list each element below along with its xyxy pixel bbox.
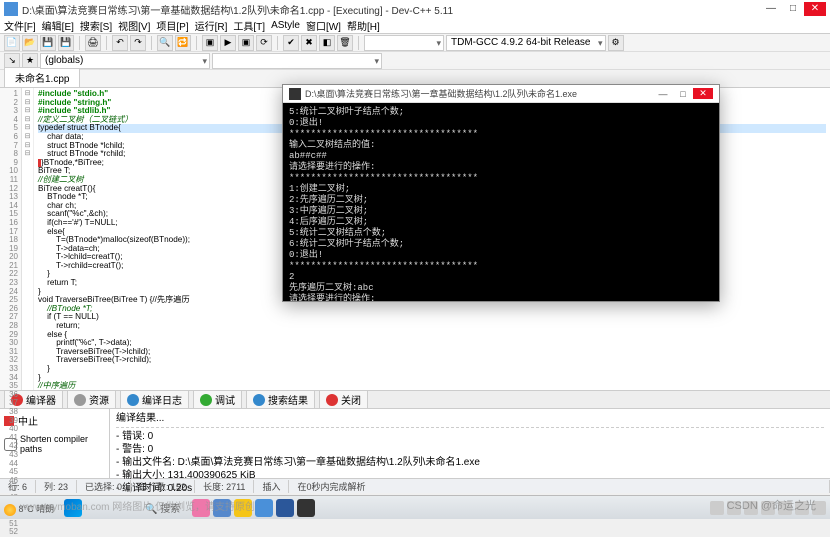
shorten-paths-label: Shorten compiler paths bbox=[20, 434, 105, 454]
task-icon[interactable] bbox=[297, 499, 315, 517]
bottom-tab-compilelog[interactable]: 编译日志 bbox=[120, 390, 189, 409]
settings-icon[interactable]: ⚙ bbox=[608, 35, 624, 51]
run-icon[interactable]: ▶ bbox=[220, 35, 236, 51]
menu-search[interactable]: 搜索[S] bbox=[80, 18, 112, 33]
status-mode: 插入 bbox=[254, 480, 289, 493]
abort-label: 中止 bbox=[18, 413, 38, 428]
bottom-tab-label: 编译器 bbox=[26, 392, 56, 407]
dot-icon bbox=[253, 394, 265, 406]
compile-log-panel: 中止 Shorten compiler paths 编译结果... - 错误: … bbox=[0, 408, 830, 478]
menu-window[interactable]: 窗口[W] bbox=[306, 18, 341, 33]
rebuild-icon[interactable]: ⟳ bbox=[256, 35, 272, 51]
watermark: CSDN @命运之光 bbox=[727, 497, 816, 513]
tray-icon[interactable] bbox=[710, 501, 724, 515]
menu-help[interactable]: 帮助[H] bbox=[347, 18, 380, 33]
menu-run[interactable]: 运行[R] bbox=[195, 18, 228, 33]
trash-icon[interactable]: 🗑 bbox=[337, 35, 353, 51]
app-icon bbox=[4, 2, 18, 16]
open-file-icon[interactable]: 📂 bbox=[22, 35, 38, 51]
watermark-footer: www.toymoban.com 网络图片 仅供浏览，请支持原创 bbox=[20, 498, 255, 513]
find-icon[interactable]: 🔍 bbox=[157, 35, 173, 51]
bottom-tab-close[interactable]: 关闭 bbox=[319, 390, 368, 409]
bottom-tab-label: 搜索结果 bbox=[268, 392, 308, 407]
menu-project[interactable]: 项目[P] bbox=[156, 18, 188, 33]
bottom-tab-label: 资源 bbox=[89, 392, 109, 407]
task-icon[interactable] bbox=[276, 499, 294, 517]
window-minimize[interactable]: — bbox=[760, 2, 782, 16]
profile-icon[interactable]: ◧ bbox=[319, 35, 335, 51]
dot-icon bbox=[74, 394, 86, 406]
menu-view[interactable]: 视图[V] bbox=[118, 18, 150, 33]
dot-icon bbox=[200, 394, 212, 406]
close-icon bbox=[326, 394, 338, 406]
print-icon[interactable]: 🖨 bbox=[85, 35, 101, 51]
window-title: D:\桌面\算法竞赛日常练习\第一章基础数据结构\1.2队列\未命名1.cpp … bbox=[22, 2, 453, 17]
dot-icon bbox=[127, 394, 139, 406]
bottom-tab-label: 调试 bbox=[215, 392, 235, 407]
menubar: 文件[F] 编辑[E] 搜索[S] 视图[V] 项目[P] 运行[R] 工具[T… bbox=[0, 18, 830, 34]
bottom-tab-search[interactable]: 搜索结果 bbox=[246, 390, 315, 409]
compile-log-output[interactable]: 编译结果... - 错误: 0- 警告: 0- 输出文件名: D:\桌面\算法竞… bbox=[110, 409, 830, 478]
console-maximize[interactable]: □ bbox=[673, 89, 693, 99]
console-icon bbox=[289, 88, 301, 100]
window-maximize[interactable]: □ bbox=[782, 2, 804, 16]
status-total: 总行数: 152 bbox=[131, 480, 195, 493]
status-parse: 在0秒内完成解析 bbox=[289, 480, 830, 493]
line-gutter: 1234567891011121314151617181920212223242… bbox=[0, 88, 22, 390]
compiler-combo[interactable]: TDM-GCC 4.9.2 64-bit Release bbox=[446, 35, 606, 51]
menu-edit[interactable]: 编辑[E] bbox=[42, 18, 74, 33]
sun-icon bbox=[4, 504, 16, 516]
compile-log-header: 编译结果... bbox=[116, 412, 824, 425]
undo-icon[interactable]: ↶ bbox=[112, 35, 128, 51]
bottom-tab-label: 关闭 bbox=[341, 392, 361, 407]
bottom-tabbar: 编译器 资源 编译日志 调试 搜索结果 关闭 bbox=[0, 390, 830, 408]
compile-run-icon[interactable]: ▣ bbox=[238, 35, 254, 51]
status-length: 长度: 2711 bbox=[195, 480, 254, 493]
statusbar: 行: 6 列: 23 已选择: 0 总行数: 152 长度: 2711 插入 在… bbox=[0, 478, 830, 493]
bottom-tab-resources[interactable]: 资源 bbox=[67, 390, 116, 409]
save-icon[interactable]: 💾 bbox=[40, 35, 56, 51]
console-minimize[interactable]: — bbox=[653, 89, 673, 99]
console-titlebar[interactable]: D:\桌面\算法竞赛日常练习\第一章基础数据结构\1.2队列\未命名1.exe … bbox=[283, 85, 719, 103]
console-window[interactable]: D:\桌面\算法竞赛日常练习\第一章基础数据结构\1.2队列\未命名1.exe … bbox=[282, 84, 720, 302]
menu-file[interactable]: 文件[F] bbox=[4, 18, 36, 33]
toolbar-nav: ↘ ★ (globals) bbox=[0, 52, 830, 70]
compile-icon[interactable]: ▣ bbox=[202, 35, 218, 51]
save-all-icon[interactable]: 💾 bbox=[58, 35, 74, 51]
stop-icon[interactable]: ✖ bbox=[301, 35, 317, 51]
console-close[interactable]: ✕ bbox=[693, 88, 713, 99]
file-tab[interactable]: 未命名1.cpp bbox=[4, 67, 80, 87]
window-titlebar: D:\桌面\算法竞赛日常练习\第一章基础数据结构\1.2队列\未命名1.cpp … bbox=[0, 0, 830, 18]
menu-astyle[interactable]: AStyle bbox=[271, 20, 300, 31]
replace-icon[interactable]: 🔁 bbox=[175, 35, 191, 51]
fold-column[interactable]: ⊟⊟⊟⊟⊟⊟⊟⊟ bbox=[22, 88, 34, 390]
bottom-tab-debug[interactable]: 调试 bbox=[193, 390, 242, 409]
globals-combo[interactable]: (globals) bbox=[40, 53, 210, 69]
new-file-icon[interactable]: 📄 bbox=[4, 35, 20, 51]
insert-combo[interactable] bbox=[364, 35, 444, 51]
status-sel: 已选择: 0 bbox=[77, 480, 131, 493]
console-output[interactable]: 5:统计二叉树叶子结点个数; 0:退出! *******************… bbox=[283, 103, 719, 301]
menu-tools[interactable]: 工具[T] bbox=[233, 18, 265, 33]
symbols-combo[interactable] bbox=[212, 53, 382, 69]
debug-icon[interactable]: ✔ bbox=[283, 35, 299, 51]
window-close[interactable]: ✕ bbox=[804, 2, 826, 16]
status-col: 列: 23 bbox=[36, 480, 77, 493]
redo-icon[interactable]: ↷ bbox=[130, 35, 146, 51]
bottom-tab-label: 编译日志 bbox=[142, 392, 182, 407]
console-title: D:\桌面\算法竞赛日常练习\第一章基础数据结构\1.2队列\未命名1.exe bbox=[305, 87, 577, 100]
toolbar-main: 📄 📂 💾 💾 🖨 ↶ ↷ 🔍 🔁 ▣ ▶ ▣ ⟳ ✔ ✖ ◧ 🗑 TDM-GC… bbox=[0, 34, 830, 52]
task-icon[interactable] bbox=[255, 499, 273, 517]
